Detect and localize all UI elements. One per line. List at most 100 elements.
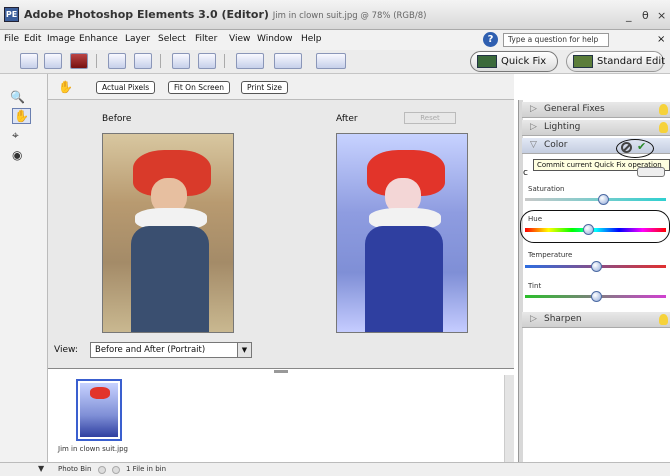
quick-fix-button[interactable]: Quick Fix (470, 51, 558, 72)
organizer-icon[interactable] (274, 53, 302, 69)
image-canvas: Before After Reset View: Before and Afte… (48, 100, 514, 368)
cancel-icon[interactable] (621, 142, 632, 153)
temperature-slider-thumb[interactable] (590, 261, 602, 272)
fit-on-screen-button[interactable]: Fit On Screen (168, 81, 231, 94)
lighting-label: Lighting (544, 122, 581, 132)
hand-tool-icon[interactable]: ✋ (12, 108, 31, 124)
menu-enhance[interactable]: Enhance (79, 34, 118, 44)
hue-label: Hue (528, 215, 543, 223)
document-title: Jim in clown suit.jpg @ 78% (RGB/8) (272, 11, 427, 21)
menu-image[interactable]: Image (47, 34, 75, 44)
close-button[interactable]: × (657, 9, 666, 22)
before-label: Before (102, 114, 132, 124)
zoom-tool-icon[interactable]: 🔍 (10, 90, 25, 104)
thumbnail-wig (90, 387, 110, 399)
saturation-slider-thumb[interactable] (597, 194, 609, 205)
standard-edit-label: Standard Edit (597, 56, 666, 67)
toolbar-divider (224, 54, 225, 68)
tint-label: Tint (528, 282, 542, 290)
view-label: View: (54, 345, 78, 355)
menu-edit[interactable]: Edit (24, 34, 41, 44)
auto-button[interactable] (637, 167, 665, 177)
help-icon[interactable]: ? (483, 32, 498, 47)
hue-track[interactable] (525, 228, 666, 232)
hue-highlight (520, 210, 670, 243)
before-photo (102, 133, 234, 333)
menu-view[interactable]: View (229, 34, 250, 44)
lighting-header[interactable]: ▷ Lighting (522, 120, 670, 136)
file-count-label: 1 File in bin (126, 465, 167, 473)
color-label: Color (544, 140, 568, 150)
thumbnail-caption: Jim in clown suit.jpg (58, 445, 128, 453)
minimize-button[interactable]: _ (626, 9, 632, 22)
tip-bulb-icon[interactable] (659, 122, 668, 133)
app-icon: PE (4, 7, 19, 22)
open-icon[interactable] (44, 53, 62, 69)
print-size-button[interactable]: Print Size (241, 81, 289, 94)
suit-shape (131, 226, 209, 332)
panel-strip (519, 100, 523, 462)
after-photo (336, 133, 468, 333)
quick-fix-icon (477, 55, 497, 68)
menu-file[interactable]: File (4, 34, 19, 44)
menu-help[interactable]: Help (301, 34, 322, 44)
chevron-right-icon: ▷ (530, 314, 537, 324)
print-icon[interactable] (108, 53, 126, 69)
menu-select[interactable]: Select (158, 34, 186, 44)
commit-icon[interactable]: ✔ (637, 140, 646, 153)
undo-icon[interactable] (172, 53, 190, 69)
tip-bulb-icon[interactable] (659, 104, 668, 115)
photo-bin-label: Photo Bin (58, 465, 92, 473)
app-title: Adobe Photoshop Elements 3.0 (Editor) (24, 8, 269, 21)
sharpen-label: Sharpen (544, 314, 582, 324)
menu-filter[interactable]: Filter (195, 34, 217, 44)
photo-bin: Jim in clown suit.jpg (48, 368, 514, 463)
bin-scrollbar[interactable] (504, 375, 514, 463)
crop-tool-icon[interactable]: ⌖ (12, 128, 19, 143)
toolbar-divider (160, 54, 161, 68)
hand-tool-icon: ✋ (58, 80, 73, 94)
title-bar: PE Adobe Photoshop Elements 3.0 (Editor)… (0, 0, 670, 30)
bin-toggle-icon[interactable]: ▼ (38, 464, 44, 473)
options-bar: ✋ Actual Pixels Fit On Screen Print Size (48, 74, 514, 100)
reset-button[interactable]: Reset (404, 112, 456, 124)
color-subsection-letter: c (523, 168, 528, 178)
window-title: Adobe Photoshop Elements 3.0 (Editor) Ji… (24, 8, 426, 21)
new-file-icon[interactable] (20, 53, 38, 69)
help-close-icon[interactable]: × (657, 34, 665, 45)
chevron-right-icon: ▷ (530, 122, 537, 132)
standard-edit-icon (573, 55, 593, 68)
suit-shape (365, 226, 443, 332)
help-search-input[interactable]: Type a question for help (503, 33, 609, 47)
print-preview-icon[interactable] (134, 53, 152, 69)
thumbnail-image (80, 383, 118, 437)
sharpen-header[interactable]: ▷ Sharpen (522, 312, 670, 328)
saturation-track[interactable] (525, 198, 666, 201)
previous-photo-icon[interactable] (98, 466, 106, 474)
chevron-down-icon: ▼ (237, 343, 251, 357)
general-fixes-header[interactable]: ▷ General Fixes (522, 102, 670, 118)
bin-resize-handle[interactable] (274, 370, 288, 373)
menu-layer[interactable]: Layer (125, 34, 150, 44)
save-icon[interactable] (70, 53, 88, 69)
menu-window[interactable]: Window (257, 34, 293, 44)
tint-slider-thumb[interactable] (590, 291, 602, 302)
photo-browser-icon[interactable] (236, 53, 264, 69)
next-photo-icon[interactable] (112, 466, 120, 474)
view-select-value: Before and After (Portrait) (95, 345, 206, 355)
toolbox: 🔍 ✋ ⌖ ◉ (0, 74, 48, 462)
create-icon[interactable] (316, 53, 346, 69)
view-select[interactable]: Before and After (Portrait) ▼ (90, 342, 252, 358)
saturation-label: Saturation (528, 185, 565, 193)
general-fixes-label: General Fixes (544, 104, 605, 114)
temperature-label: Temperature (528, 251, 573, 259)
actual-pixels-button[interactable]: Actual Pixels (96, 81, 156, 94)
red-eye-tool-icon[interactable]: ◉ (12, 148, 22, 162)
quick-fix-label: Quick Fix (501, 56, 547, 67)
toolbar-divider (96, 54, 97, 68)
tip-bulb-icon[interactable] (659, 314, 668, 325)
photo-thumbnail[interactable] (76, 379, 122, 441)
standard-edit-button[interactable]: Standard Edit (566, 51, 666, 72)
redo-icon[interactable] (198, 53, 216, 69)
restore-button[interactable]: θ (642, 9, 649, 22)
